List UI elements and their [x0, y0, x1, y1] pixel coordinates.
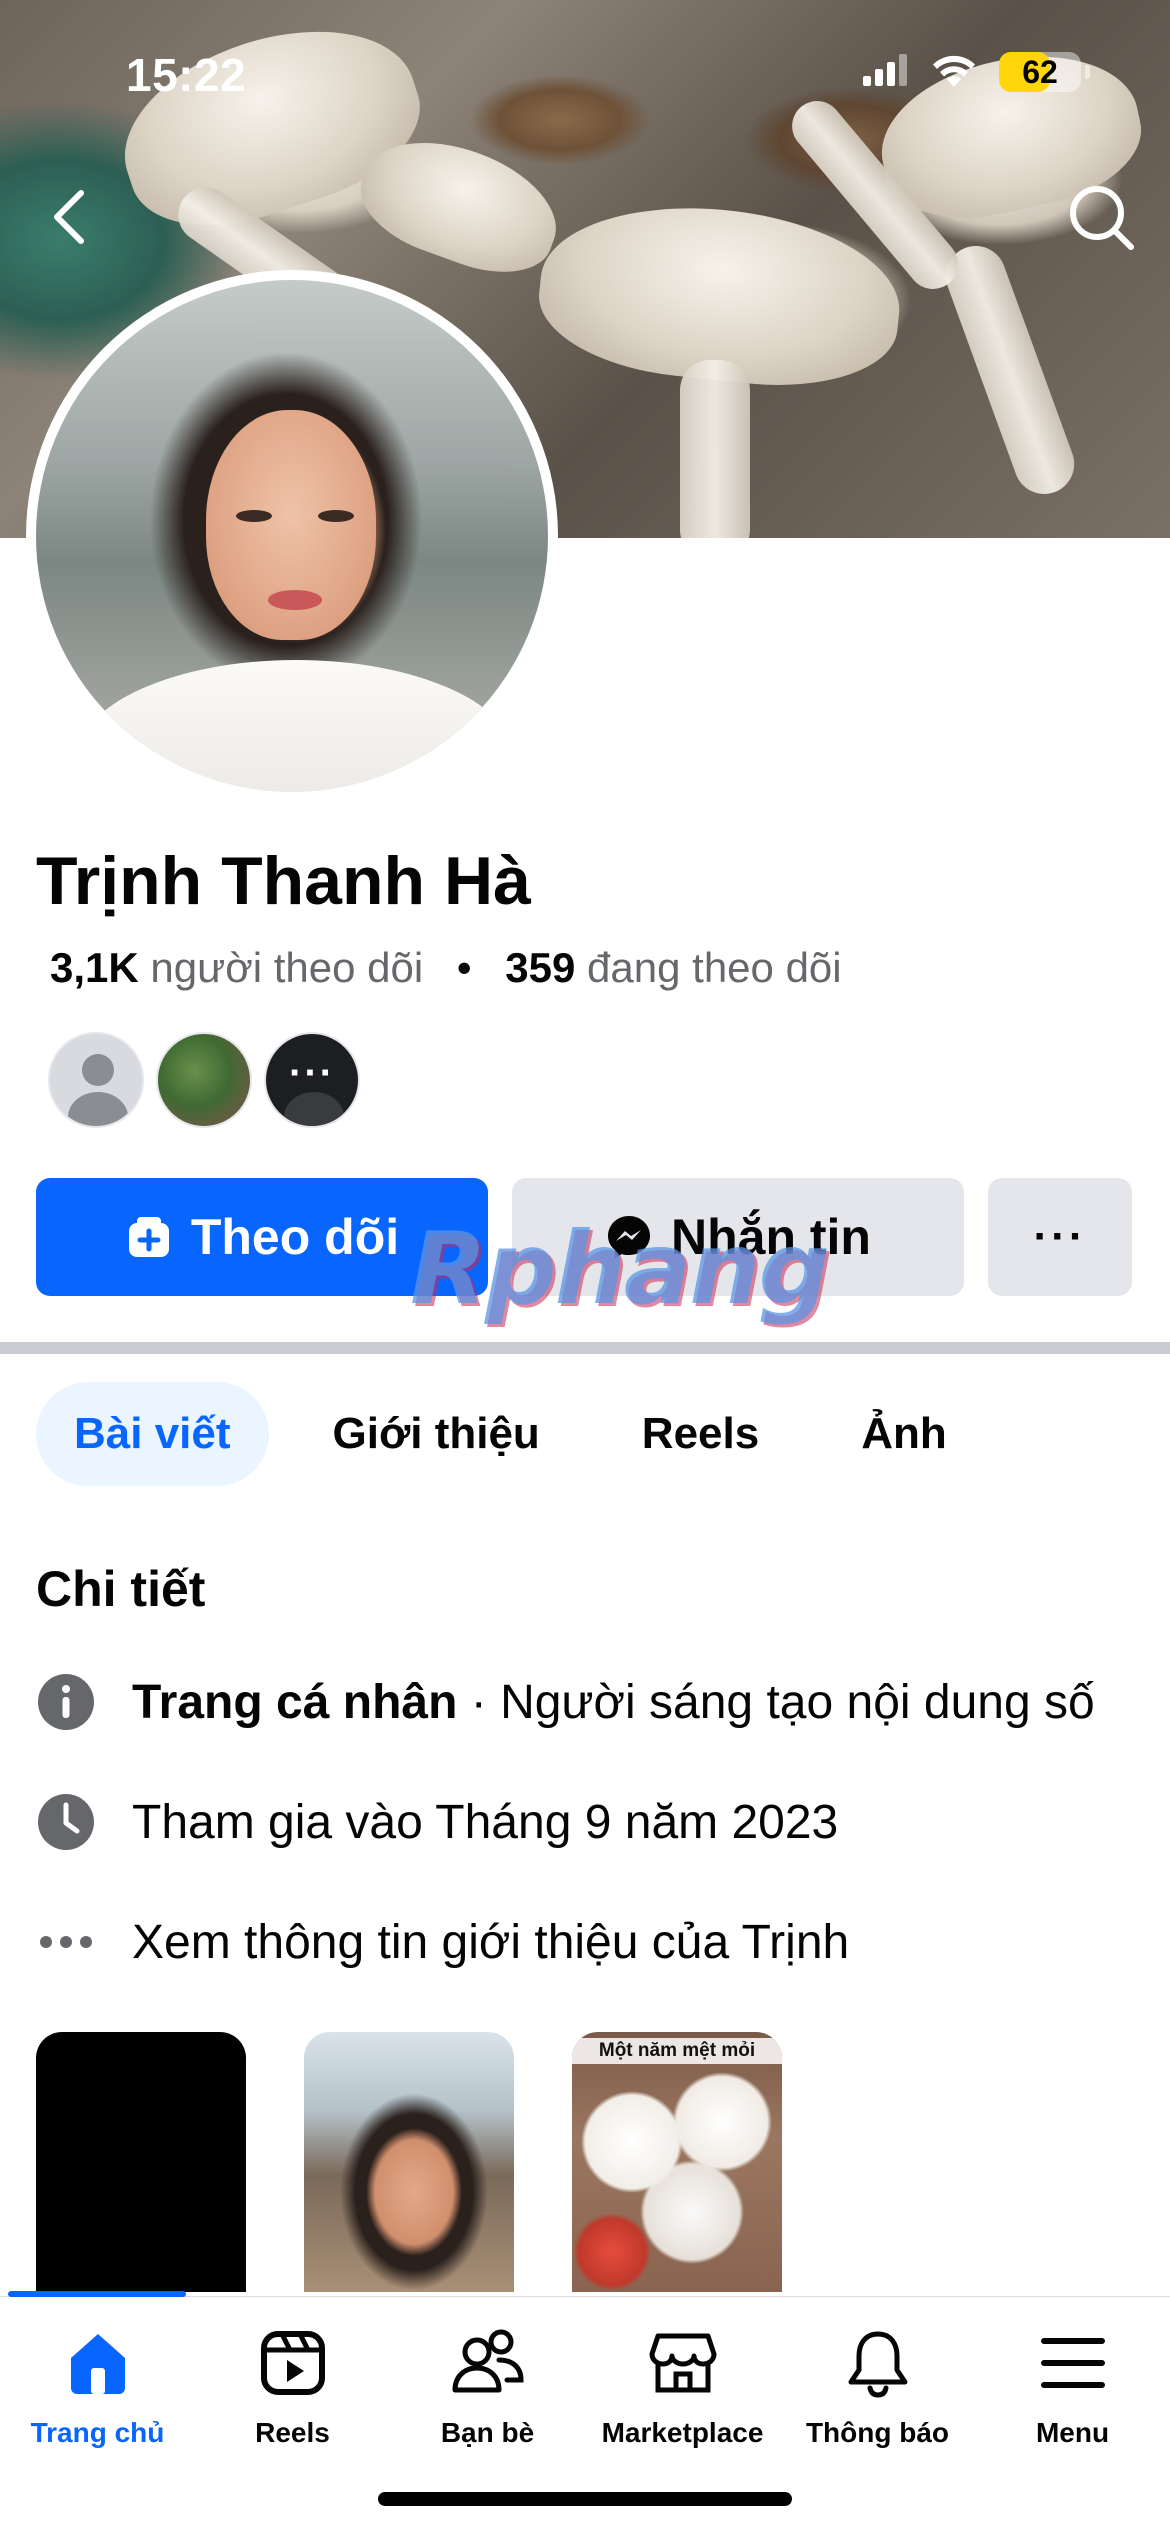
detail-row-page-type: Trang cá nhân · Người sáng tạo nội dung … — [36, 1672, 1095, 1732]
nav-menu[interactable]: Menu — [975, 2323, 1170, 2449]
home-icon — [58, 2323, 138, 2403]
detail-bold: Trang cá nhân — [132, 1675, 458, 1729]
photo-thumbnail[interactable] — [304, 2032, 514, 2292]
friend-avatars: ··· — [48, 1032, 360, 1128]
profile-name: Trịnh Thanh Hà — [36, 843, 531, 919]
nav-marketplace[interactable]: Marketplace — [585, 2323, 780, 2449]
photo-thumbnails: Một năm mệt mỏi — [36, 2032, 782, 2292]
nav-label: Marketplace — [601, 2417, 764, 2448]
active-tab-indicator — [8, 2291, 186, 2297]
detail-text: · Người sáng tạo nội dung số — [457, 1675, 1095, 1729]
back-button[interactable] — [24, 172, 114, 262]
menu-icon — [1033, 2323, 1113, 2403]
following-label[interactable]: đang theo dõi — [587, 944, 842, 991]
followers-label[interactable]: người theo dõi — [150, 944, 423, 991]
info-icon — [36, 1672, 96, 1732]
tab-reels[interactable]: Reels — [604, 1382, 797, 1486]
watermark-logo: Rphang — [410, 1210, 830, 1327]
following-count[interactable]: 359 — [505, 944, 575, 991]
detail-text: Xem thông tin giới thiệu của Trịnh — [132, 1915, 850, 1969]
nav-home[interactable]: Trang chủ — [0, 2323, 195, 2449]
follow-label: Theo dõi — [190, 1209, 400, 1265]
tab-photos[interactable]: Ảnh — [823, 1382, 985, 1486]
chevron-left-icon — [54, 190, 84, 244]
detail-text: Tham gia vào Tháng 9 năm 2023 — [132, 1795, 839, 1849]
stats-separator: • — [456, 944, 472, 991]
nav-notifications[interactable]: Thông báo — [780, 2323, 975, 2449]
nav-reels[interactable]: Reels — [195, 2323, 390, 2449]
detail-row-joined: Tham gia vào Tháng 9 năm 2023 — [36, 1792, 838, 1852]
friend-more-avatar[interactable]: ··· — [264, 1032, 360, 1128]
friends-icon — [448, 2323, 528, 2403]
ellipsis-icon: ··· — [1033, 1212, 1087, 1261]
signal-icon — [863, 53, 909, 91]
follow-stats: 3,1K người theo dõi • 359 đang theo dõi — [50, 944, 842, 992]
tab-posts[interactable]: Bài viết — [36, 1382, 269, 1486]
nav-label: Bạn bè — [440, 2417, 535, 2448]
friend-avatar[interactable] — [48, 1032, 144, 1128]
nav-label: Trang chủ — [30, 2417, 165, 2448]
avatar-photo — [36, 280, 548, 792]
status-time: 15:22 — [126, 49, 247, 101]
photo-thumbnail[interactable]: Một năm mệt mỏi — [572, 2032, 782, 2292]
more-options-button[interactable]: ··· — [988, 1178, 1132, 1296]
search-button[interactable] — [1056, 172, 1146, 262]
profile-avatar[interactable] — [26, 270, 558, 802]
nav-label: Reels — [255, 2417, 330, 2448]
bell-icon — [838, 2323, 918, 2403]
follow-icon — [128, 1217, 169, 1257]
nav-label: Menu — [1035, 2417, 1110, 2448]
ellipsis-icon: ··· — [289, 1050, 335, 1095]
friend-avatar[interactable] — [156, 1032, 252, 1128]
search-icon — [1070, 186, 1134, 250]
nav-friends[interactable]: Bạn bè — [390, 2323, 585, 2449]
detail-row-see-about[interactable]: Xem thông tin giới thiệu của Trịnh — [36, 1912, 849, 1972]
section-divider — [0, 1342, 1170, 1354]
battery-level: 62 — [1022, 53, 1058, 90]
reels-icon — [253, 2323, 333, 2403]
photo-thumbnail[interactable] — [36, 2032, 246, 2292]
home-indicator — [378, 2492, 792, 2506]
wifi-icon — [931, 53, 977, 92]
ellipsis-icon — [36, 1912, 96, 1972]
nav-label: Thông báo — [805, 2417, 950, 2448]
clock-icon — [36, 1792, 96, 1852]
battery-icon: 62 — [999, 52, 1081, 92]
profile-tabs: Bài viết Giới thiệu Reels Ảnh — [36, 1382, 1011, 1486]
details-title: Chi tiết — [36, 1561, 206, 1617]
tab-about[interactable]: Giới thiệu — [295, 1382, 578, 1486]
status-icons: 62 — [863, 52, 1090, 92]
marketplace-icon — [643, 2323, 723, 2403]
followers-count[interactable]: 3,1K — [50, 944, 139, 991]
thumbnail-caption: Một năm mệt mỏi — [572, 2038, 782, 2064]
